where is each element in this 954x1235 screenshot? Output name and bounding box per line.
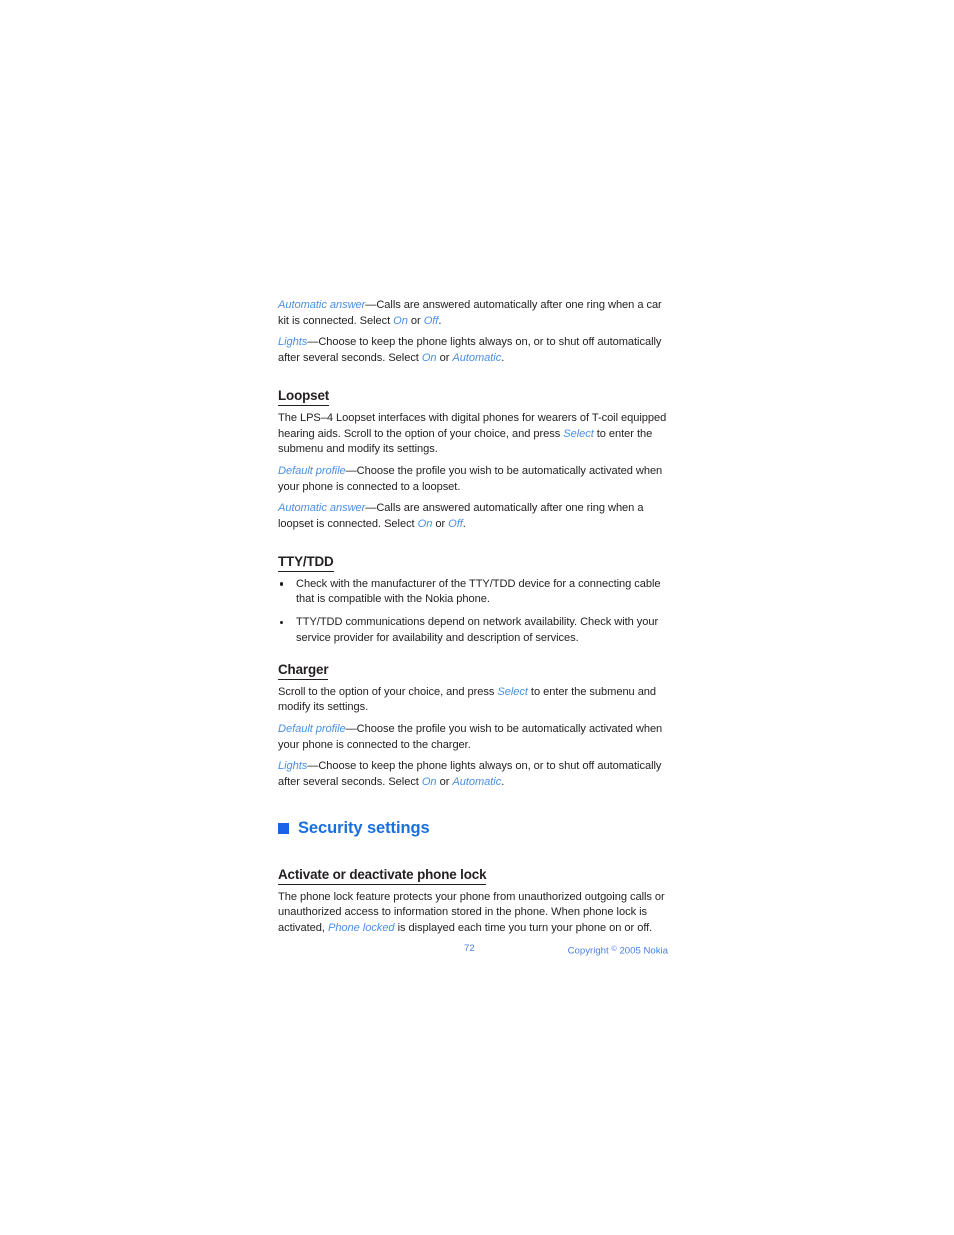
subheading-tty-tdd-wrap: TTY/TDD <box>278 539 668 577</box>
text-run: . <box>501 352 505 365</box>
keyword-select: Select <box>563 427 594 440</box>
paragraph-loopset-default-profile: Default profile—Choose the profile you w… <box>278 464 668 495</box>
page-content: Automatic answer—Calls are answered auto… <box>278 298 668 937</box>
term-default-profile: Default profile <box>278 722 346 735</box>
copyright-prefix: Copyright <box>567 945 612 957</box>
subheading-tty-tdd: TTY/TDD <box>278 553 334 572</box>
paragraph-lights-carkit: Lights—Choose to keep the phone lights a… <box>278 335 668 366</box>
page-footer: 72 Copyright © 2005 Nokia <box>278 941 668 957</box>
text-run: . <box>438 314 442 327</box>
paragraph-loopset-automatic-answer: Automatic answer—Calls are answered auto… <box>278 501 668 532</box>
option-on: On <box>421 352 437 365</box>
section-heading-security-settings: Security settings <box>278 818 668 838</box>
text-run: or <box>436 352 453 365</box>
list-item-text: TTY/TDD communications depend on network… <box>296 616 659 644</box>
bullet-dot-icon <box>280 620 284 625</box>
term-automatic-answer: Automatic answer <box>278 502 366 515</box>
option-on: On <box>417 518 433 531</box>
section-title-text: Security settings <box>298 818 430 837</box>
text-run: . <box>501 776 505 789</box>
copyright-notice: Copyright © 2005 Nokia <box>568 941 668 960</box>
paragraph-charger-default-profile: Default profile—Choose the profile you w… <box>278 722 668 753</box>
term-lights: Lights <box>278 760 308 773</box>
subheading-loopset: Loopset <box>278 387 329 406</box>
list-item: Check with the manufacturer of the TTY/T… <box>278 577 668 608</box>
subheading-charger: Charger <box>278 661 329 680</box>
document-page: Automatic answer—Calls are answered auto… <box>0 0 954 1235</box>
text-run: or <box>432 518 449 531</box>
keyword-phone-locked: Phone locked <box>327 922 395 935</box>
subheading-activate-lock-wrap: Activate or deactivate phone lock <box>278 852 668 890</box>
page-number: 72 <box>464 943 475 954</box>
subheading-loopset-wrap: Loopset <box>278 373 668 411</box>
subheading-activate-deactivate-phone-lock: Activate or deactivate phone lock <box>278 866 487 885</box>
text-run: is displayed each time you turn your pho… <box>394 922 653 935</box>
paragraph-loopset-intro: The LPS–4 Loopset interfaces with digita… <box>278 411 668 458</box>
copyright-suffix: 2005 Nokia <box>616 945 668 957</box>
subheading-charger-wrap: Charger <box>278 647 668 685</box>
list-item-text: Check with the manufacturer of the TTY/T… <box>296 577 661 606</box>
list-item: TTY/TDD communications depend on network… <box>278 615 668 646</box>
option-automatic: Automatic <box>452 776 502 789</box>
bullet-dot-icon <box>280 582 284 586</box>
text-run: Scroll to the option of your choice, and… <box>278 685 498 698</box>
term-default-profile: Default profile <box>278 464 346 477</box>
option-off: Off <box>448 518 463 531</box>
paragraph-phone-lock-description: The phone lock feature protects your pho… <box>278 890 668 937</box>
option-off: Off <box>423 314 439 327</box>
keyword-select: Select <box>497 685 528 698</box>
option-automatic: Automatic <box>452 352 502 365</box>
text-run: or <box>436 776 453 789</box>
text-run: . <box>462 518 466 531</box>
tty-tdd-bullet-list: Check with the manufacturer of the TTY/T… <box>278 577 668 647</box>
option-on: On <box>393 314 408 327</box>
paragraph-automatic-answer-carkit: Automatic answer—Calls are answered auto… <box>278 298 668 329</box>
paragraph-charger-intro: Scroll to the option of your choice, and… <box>278 685 668 716</box>
text-run: or <box>407 314 424 327</box>
option-on: On <box>421 776 437 789</box>
paragraph-charger-lights: Lights—Choose to keep the phone lights a… <box>278 759 668 790</box>
term-automatic-answer: Automatic answer <box>278 299 366 311</box>
blue-square-icon <box>278 823 289 835</box>
term-lights: Lights <box>278 336 308 349</box>
